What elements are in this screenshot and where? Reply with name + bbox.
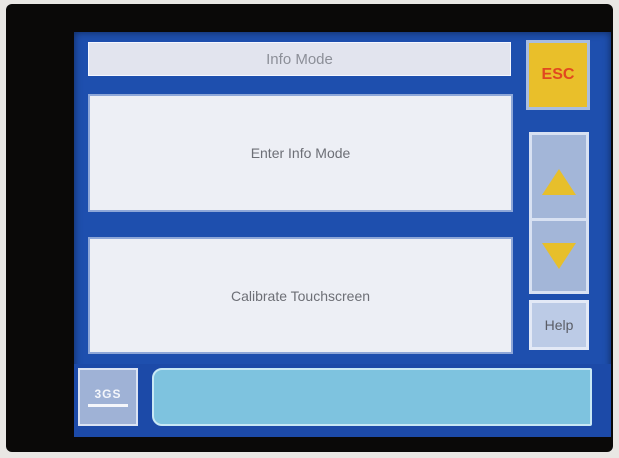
device-bezel: Info Mode Enter Info Mode Calibrate Touc… [6, 4, 613, 452]
logo-button[interactable]: 3GS [78, 368, 138, 426]
bottom-bar: 3GS [74, 364, 611, 437]
status-bar [152, 368, 592, 426]
help-button[interactable]: Help [529, 300, 589, 350]
logo-text: 3GS [94, 387, 122, 401]
scroll-down-button[interactable] [529, 218, 589, 294]
up-arrow-icon [542, 169, 576, 195]
esc-button[interactable]: ESC [526, 40, 590, 110]
scroll-up-button[interactable] [529, 132, 589, 232]
down-arrow-icon [542, 243, 576, 269]
page-title: Info Mode [88, 42, 511, 76]
logo-underline [88, 404, 128, 407]
calibrate-touchscreen-button[interactable]: Calibrate Touchscreen [88, 237, 513, 354]
enter-info-mode-button[interactable]: Enter Info Mode [88, 94, 513, 212]
touchscreen-display: Info Mode Enter Info Mode Calibrate Touc… [74, 32, 611, 437]
